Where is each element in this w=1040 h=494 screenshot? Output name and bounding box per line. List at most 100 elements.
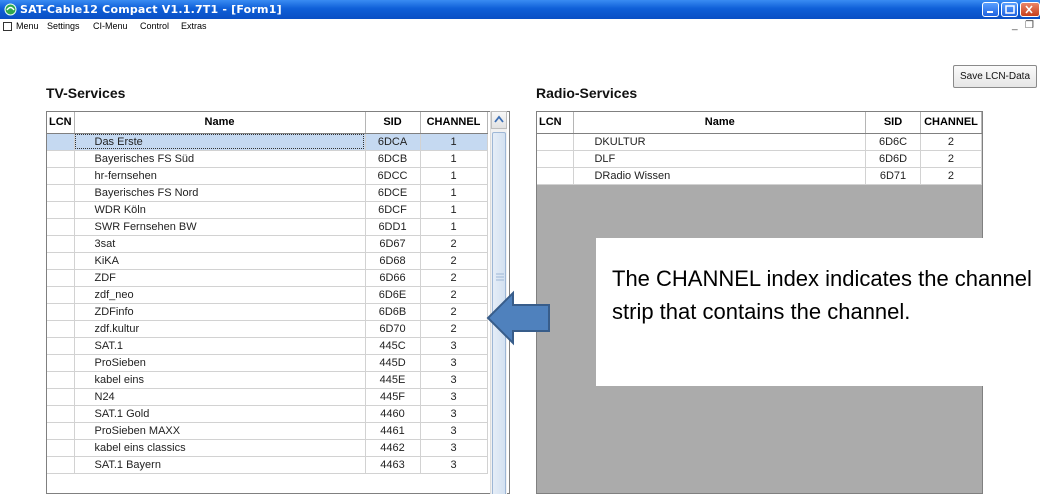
tv-table-row[interactable]: zdf.kultur 6D70 2: [47, 320, 488, 338]
tv-channel-cell[interactable]: 1: [420, 150, 488, 168]
tv-name-cell[interactable]: Bayerisches FS Süd: [74, 150, 366, 168]
tv-sid-cell[interactable]: 4462: [365, 439, 421, 457]
radio-sid-cell[interactable]: 6D71: [865, 167, 921, 185]
radio-table-row[interactable]: DRadio Wissen 6D71 2: [537, 167, 982, 185]
tv-lcn-cell[interactable]: [47, 150, 75, 168]
system-menu-icon[interactable]: [3, 22, 12, 31]
tv-sid-cell[interactable]: 445D: [365, 354, 421, 372]
tv-channel-cell[interactable]: 1: [420, 167, 488, 185]
tv-lcn-cell[interactable]: [47, 218, 75, 236]
tv-name-cell[interactable]: KiKA: [74, 252, 366, 270]
tv-channel-cell[interactable]: 3: [420, 456, 488, 474]
tv-sid-cell[interactable]: 6DCF: [365, 201, 421, 219]
tv-table-row[interactable]: ProSieben MAXX 4461 3: [47, 422, 488, 440]
tv-name-cell[interactable]: zdf.kultur: [74, 320, 366, 338]
tv-channel-cell[interactable]: 2: [420, 269, 488, 287]
tv-lcn-cell[interactable]: [47, 167, 75, 185]
tv-channel-cell[interactable]: 3: [420, 439, 488, 457]
radio-table-row[interactable]: DKULTUR 6D6C 2: [537, 133, 982, 151]
tv-table-row[interactable]: SAT.1 Gold 4460 3: [47, 405, 488, 423]
tv-table-row[interactable]: zdf_neo 6D6E 2: [47, 286, 488, 304]
close-button[interactable]: [1020, 2, 1040, 17]
tv-sid-cell[interactable]: 6DCB: [365, 150, 421, 168]
tv-table-row[interactable]: hr-fernsehen 6DCC 1: [47, 167, 488, 185]
tv-lcn-cell[interactable]: [47, 303, 75, 321]
tv-name-cell[interactable]: ZDF: [74, 269, 366, 287]
tv-name-cell[interactable]: SWR Fernsehen BW: [74, 218, 366, 236]
tv-sid-cell[interactable]: 445E: [365, 371, 421, 389]
tv-table-row[interactable]: ZDF 6D66 2: [47, 269, 488, 287]
tv-channel-cell[interactable]: 3: [420, 405, 488, 423]
tv-sid-cell[interactable]: 4460: [365, 405, 421, 423]
tv-sid-cell[interactable]: 6D66: [365, 269, 421, 287]
tv-channel-cell[interactable]: 1: [420, 133, 488, 151]
tv-lcn-cell[interactable]: [47, 184, 75, 202]
tv-sid-cell[interactable]: 6DCE: [365, 184, 421, 202]
radio-col-sid[interactable]: SID: [865, 112, 921, 134]
mdi-restore-icon[interactable]: ❐: [1025, 20, 1034, 31]
tv-name-cell[interactable]: ProSieben: [74, 354, 366, 372]
menu-extras[interactable]: Extras: [181, 21, 207, 31]
radio-name-cell[interactable]: DKULTUR: [573, 133, 867, 151]
tv-name-cell[interactable]: ProSieben MAXX: [74, 422, 366, 440]
radio-col-lcn[interactable]: LCN: [537, 112, 575, 134]
tv-name-cell[interactable]: ZDFinfo: [74, 303, 366, 321]
tv-sid-cell[interactable]: 6D67: [365, 235, 421, 253]
tv-name-cell[interactable]: SAT.1: [74, 337, 366, 355]
tv-name-cell[interactable]: hr-fernsehen: [74, 167, 366, 185]
tv-lcn-cell[interactable]: [47, 201, 75, 219]
tv-lcn-cell[interactable]: [47, 252, 75, 270]
tv-name-cell[interactable]: Das Erste: [74, 133, 366, 151]
tv-table-row[interactable]: KiKA 6D68 2: [47, 252, 488, 270]
tv-lcn-cell[interactable]: [47, 388, 75, 406]
tv-channel-cell[interactable]: 3: [420, 354, 488, 372]
tv-services-table[interactable]: LCN Name SID CHANNEL Das Erste 6DCA 1 Bayer…: [46, 111, 510, 494]
tv-channel-cell[interactable]: 1: [420, 184, 488, 202]
radio-name-cell[interactable]: DLF: [573, 150, 867, 168]
tv-lcn-cell[interactable]: [47, 133, 75, 151]
tv-sid-cell[interactable]: 6D6B: [365, 303, 421, 321]
radio-lcn-cell[interactable]: [537, 167, 575, 185]
tv-table-row[interactable]: Bayerisches FS Nord 6DCE 1: [47, 184, 488, 202]
tv-channel-cell[interactable]: 2: [420, 303, 488, 321]
tv-channel-cell[interactable]: 2: [420, 252, 488, 270]
radio-lcn-cell[interactable]: [537, 133, 575, 151]
radio-col-name[interactable]: Name: [573, 112, 867, 134]
tv-channel-cell[interactable]: 2: [420, 286, 488, 304]
tv-name-cell[interactable]: zdf_neo: [74, 286, 366, 304]
tv-col-sid[interactable]: SID: [365, 112, 421, 134]
menu-ci-menu[interactable]: CI-Menu: [93, 21, 128, 31]
tv-sid-cell[interactable]: 6DD1: [365, 218, 421, 236]
menu-control[interactable]: Control: [140, 21, 169, 31]
tv-name-cell[interactable]: SAT.1 Gold: [74, 405, 366, 423]
tv-sid-cell[interactable]: 6DCA: [365, 133, 421, 151]
tv-table-row[interactable]: 3sat 6D67 2: [47, 235, 488, 253]
tv-lcn-cell[interactable]: [47, 320, 75, 338]
tv-table-row[interactable]: SWR Fernsehen BW 6DD1 1: [47, 218, 488, 236]
tv-table-row[interactable]: WDR Köln 6DCF 1: [47, 201, 488, 219]
radio-channel-cell[interactable]: 2: [920, 150, 982, 168]
tv-name-cell[interactable]: WDR Köln: [74, 201, 366, 219]
tv-table-row[interactable]: ProSieben 445D 3: [47, 354, 488, 372]
radio-name-cell[interactable]: DRadio Wissen: [573, 167, 867, 185]
tv-col-channel[interactable]: CHANNEL: [420, 112, 488, 134]
mdi-minimize-icon[interactable]: _: [1012, 20, 1018, 31]
save-lcn-data-button[interactable]: Save LCN-Data: [953, 65, 1037, 88]
tv-channel-cell[interactable]: 2: [420, 320, 488, 338]
tv-lcn-cell[interactable]: [47, 439, 75, 457]
tv-sid-cell[interactable]: 4463: [365, 456, 421, 474]
tv-lcn-cell[interactable]: [47, 456, 75, 474]
maximize-button[interactable]: [1001, 2, 1018, 17]
tv-table-row[interactable]: SAT.1 Bayern 4463 3: [47, 456, 488, 474]
radio-sid-cell[interactable]: 6D6C: [865, 133, 921, 151]
tv-name-cell[interactable]: Bayerisches FS Nord: [74, 184, 366, 202]
radio-channel-cell[interactable]: 2: [920, 133, 982, 151]
tv-sid-cell[interactable]: 6D68: [365, 252, 421, 270]
tv-lcn-cell[interactable]: [47, 235, 75, 253]
tv-channel-cell[interactable]: 1: [420, 218, 488, 236]
tv-name-cell[interactable]: 3sat: [74, 235, 366, 253]
tv-lcn-cell[interactable]: [47, 286, 75, 304]
radio-lcn-cell[interactable]: [537, 150, 575, 168]
tv-name-cell[interactable]: N24: [74, 388, 366, 406]
tv-table-row[interactable]: N24 445F 3: [47, 388, 488, 406]
